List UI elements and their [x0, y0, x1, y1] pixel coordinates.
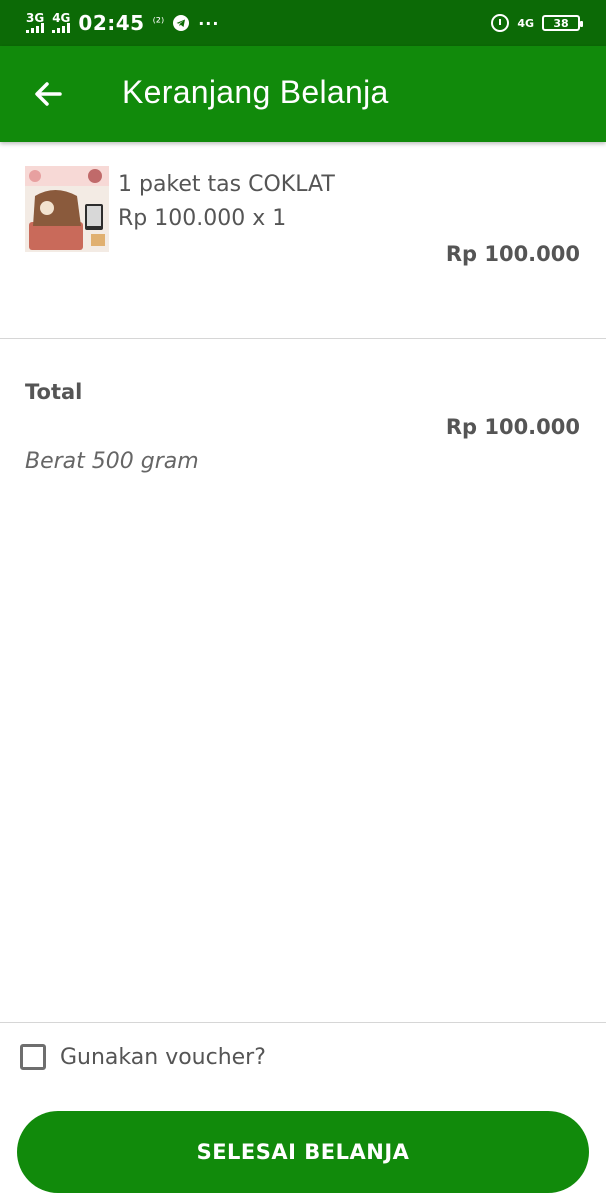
- arrow-left-icon: [35, 82, 62, 106]
- divider-bottom: [0, 1022, 606, 1023]
- alarm-icon: [491, 14, 510, 32]
- finish-shopping-button[interactable]: SELESAI BELANJA: [17, 1111, 589, 1193]
- item-price-quantity: Rp 100.000 x 1: [118, 206, 287, 231]
- voucher-checkbox[interactable]: [20, 1044, 46, 1070]
- signal-3g-icon: 3G: [26, 11, 45, 33]
- item-name: 1 paket tas COKLAT: [118, 172, 335, 197]
- status-left: 3G 4G 02:45 ⁽²⁾ ···: [26, 11, 219, 35]
- app-bar: Keranjang Belanja: [0, 46, 606, 142]
- total-value: Rp 100.000: [445, 415, 580, 439]
- battery-icon: 38: [542, 15, 583, 31]
- page-title: Keranjang Belanja: [122, 74, 389, 110]
- voucher-label[interactable]: Gunakan voucher?: [60, 1045, 266, 1070]
- clock: 02:45: [78, 11, 145, 35]
- voucher-option[interactable]: Gunakan voucher?: [20, 1044, 266, 1070]
- item-subtotal: Rp 100.000: [445, 242, 580, 266]
- more-notifications-icon: ···: [198, 13, 220, 33]
- battery-level: 38: [553, 16, 569, 30]
- total-label: Total: [25, 380, 83, 404]
- network-3g-label: 3G: [26, 11, 45, 25]
- hd-call-icon: ⁽²⁾: [152, 15, 165, 31]
- status-bar: 3G 4G 02:45 ⁽²⁾ ··· 4G 38: [0, 0, 606, 46]
- telegram-icon: [173, 15, 190, 31]
- network-4g-label: 4G: [52, 11, 71, 25]
- signal-4g-icon: 4G: [52, 11, 71, 33]
- network-4g-right: 4G: [517, 16, 534, 30]
- total-weight: Berat 500 gram: [25, 449, 199, 474]
- status-right: 4G 38: [491, 14, 583, 32]
- product-thumbnail: [25, 166, 109, 252]
- divider: [0, 338, 606, 339]
- product-image: [25, 166, 109, 252]
- back-button[interactable]: [30, 76, 66, 112]
